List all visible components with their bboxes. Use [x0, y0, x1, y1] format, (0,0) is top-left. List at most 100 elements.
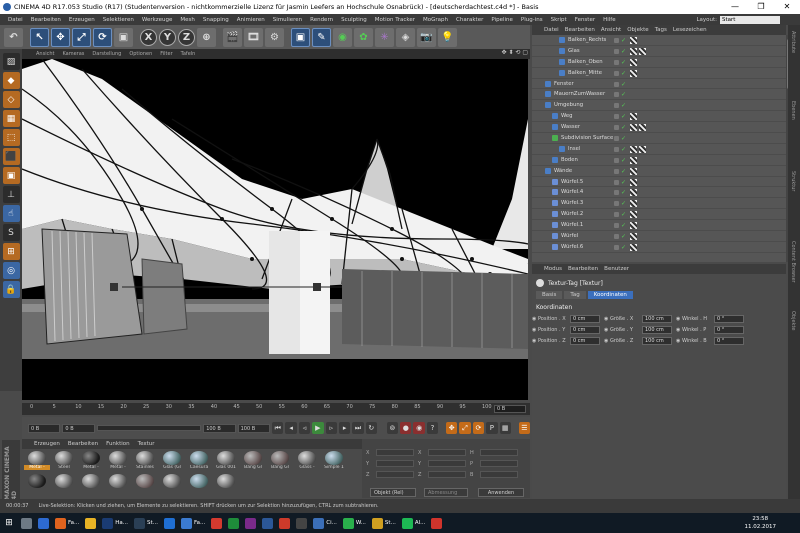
close-button[interactable]: ✕: [774, 0, 800, 14]
coord-field[interactable]: [376, 471, 414, 478]
enabled-check[interactable]: ✓: [621, 168, 626, 175]
3d-viewport[interactable]: [22, 59, 528, 400]
visibility-dot[interactable]: [614, 244, 619, 250]
coord-field[interactable]: [428, 460, 466, 467]
coord-field[interactable]: [428, 471, 466, 478]
rotate-icon[interactable]: ⟳: [93, 27, 112, 47]
taskbar-app[interactable]: [82, 513, 99, 533]
render-view-icon[interactable]: 🎬: [223, 27, 242, 47]
menu-datei[interactable]: Datei: [4, 17, 27, 23]
object-row[interactable]: Boden ✓: [532, 155, 786, 166]
viewport-menu-darstellung[interactable]: Darstellung: [92, 51, 121, 57]
taskbar-app[interactable]: [35, 513, 52, 533]
objmgr-menu-objekte[interactable]: Objekte: [627, 27, 648, 33]
timeline-ruler[interactable]: 0 5 10 15 20 25 30 35 40 45 50 55 60 65 70 75 80 85 90 95 10…: [22, 403, 530, 415]
record-position-icon[interactable]: ✥: [446, 422, 458, 434]
material-menu-bearbeiten[interactable]: Bearbeiten: [68, 441, 98, 447]
visibility-dot[interactable]: [614, 92, 619, 98]
material-menu-erzeugen[interactable]: Erzeugen: [34, 441, 60, 447]
objmgr-menu-ansicht[interactable]: Ansicht: [601, 27, 621, 33]
material-swatch[interactable]: [213, 474, 239, 496]
visibility-dot[interactable]: [614, 157, 619, 163]
enabled-check[interactable]: ✓: [621, 102, 626, 109]
system-clock[interactable]: 23:58 11.02.2017: [745, 515, 777, 531]
environment-icon[interactable]: ◈: [396, 27, 415, 47]
texture-tag-icon[interactable]: [630, 211, 637, 219]
texture-tag-icon[interactable]: [639, 47, 646, 55]
material-swatch[interactable]: Metal -: [78, 451, 104, 473]
material-swatch[interactable]: Bang Gl: [267, 451, 293, 473]
taskbar-app[interactable]: Al...: [399, 513, 429, 533]
visibility-dot[interactable]: [614, 48, 619, 54]
deformer-icon[interactable]: ✳: [375, 27, 394, 47]
attr-field-value[interactable]: 0 cm: [570, 314, 600, 323]
texture-tag-icon[interactable]: [630, 124, 637, 132]
object-row[interactable]: Würfel.2 ✓: [532, 209, 786, 221]
current-frame-input[interactable]: 0 B: [62, 423, 95, 433]
visibility-dot[interactable]: [614, 103, 619, 109]
object-row[interactable]: Umgebung ✓: [532, 100, 786, 112]
attr-tab-basis[interactable]: Basis: [536, 291, 563, 299]
coordinate-system-icon[interactable]: ⊕: [197, 27, 216, 47]
enabled-check[interactable]: ✓: [621, 124, 626, 131]
x-axis-lock-icon[interactable]: X: [140, 28, 157, 46]
visibility-dot[interactable]: [614, 146, 619, 152]
scale-icon[interactable]: ⤢: [72, 27, 91, 47]
enabled-check[interactable]: ✓: [621, 157, 626, 164]
visibility-dot[interactable]: [614, 38, 619, 43]
next-frame-icon[interactable]: ▹: [325, 422, 337, 434]
snapping-icon[interactable]: S: [2, 224, 20, 241]
object-row[interactable]: Subdivision Surface ✓: [532, 133, 786, 144]
texture-mode-icon[interactable]: ◇: [2, 91, 20, 108]
object-row[interactable]: Würfel ✓: [532, 231, 786, 242]
menu-sculpting[interactable]: Sculpting: [337, 17, 371, 23]
material-swatch[interactable]: Glass -: [294, 451, 320, 473]
taskbar-app[interactable]: St...: [369, 513, 399, 533]
material-menu-funktion[interactable]: Funktion: [106, 441, 130, 447]
undo-icon[interactable]: ↶: [4, 27, 23, 47]
texture-tag-icon[interactable]: [630, 69, 637, 77]
visibility-dot[interactable]: [614, 223, 619, 229]
taskbar-app[interactable]: Ha...: [99, 513, 131, 533]
axis-mode-icon[interactable]: ⊥: [2, 186, 20, 203]
timeline-window-icon[interactable]: ☰: [518, 422, 531, 434]
taskbar-app[interactable]: Fa...: [52, 513, 82, 533]
taskbar-app[interactable]: [276, 513, 293, 533]
object-row[interactable]: Fenster ✓: [532, 79, 786, 90]
viewport-menu-kameras[interactable]: Kameras: [62, 51, 84, 57]
texture-tag-icon[interactable]: [630, 189, 637, 197]
material-swatch[interactable]: Glas 001: [213, 451, 239, 473]
object-row[interactable]: Balken_Oben ✓: [532, 57, 786, 68]
objmgr-menu-tags[interactable]: Tags: [655, 27, 667, 33]
light-icon[interactable]: 💡: [438, 27, 457, 47]
make-editable-icon[interactable]: ▨: [2, 53, 20, 70]
z-axis-lock-icon[interactable]: Z: [178, 28, 195, 46]
material-swatch[interactable]: [51, 474, 77, 496]
taskbar-app[interactable]: [18, 513, 35, 533]
cloner-icon[interactable]: ✿: [354, 27, 373, 47]
visibility-dot[interactable]: [614, 136, 619, 142]
attr-menu-benutzer[interactable]: Benutzer: [604, 266, 629, 272]
menu-mograph[interactable]: MoGraph: [419, 17, 452, 23]
visibility-dot[interactable]: [614, 114, 619, 120]
texture-tag-icon[interactable]: [630, 233, 637, 241]
material-swatch[interactable]: Stainles: [132, 451, 158, 473]
object-row[interactable]: Wände ✓: [532, 166, 786, 177]
keyframe-selection-icon[interactable]: ⊚: [386, 422, 399, 434]
menu-motion-tracker[interactable]: Motion Tracker: [371, 17, 419, 23]
move-icon[interactable]: ✥: [51, 27, 70, 47]
recent-tool-icon[interactable]: ▣: [114, 27, 133, 47]
autokey-icon[interactable]: ◉: [413, 422, 425, 434]
enabled-check[interactable]: ✓: [621, 135, 626, 142]
menu-charakter[interactable]: Charakter: [452, 17, 487, 23]
menu-animieren[interactable]: Animieren: [233, 17, 269, 23]
object-row[interactable]: Balken_Mitte ✓: [532, 68, 786, 79]
enabled-check[interactable]: ✓: [621, 146, 626, 153]
current-frame-field[interactable]: 0 B: [494, 405, 526, 413]
camera-icon[interactable]: 📷: [417, 27, 436, 47]
menu-erzeugen[interactable]: Erzeugen: [65, 17, 99, 23]
start-button[interactable]: ⊞: [0, 513, 18, 533]
visibility-dot[interactable]: [614, 179, 619, 185]
record-rotation-icon[interactable]: ⟳: [472, 422, 485, 434]
menu-selektieren[interactable]: Selektieren: [99, 17, 138, 23]
